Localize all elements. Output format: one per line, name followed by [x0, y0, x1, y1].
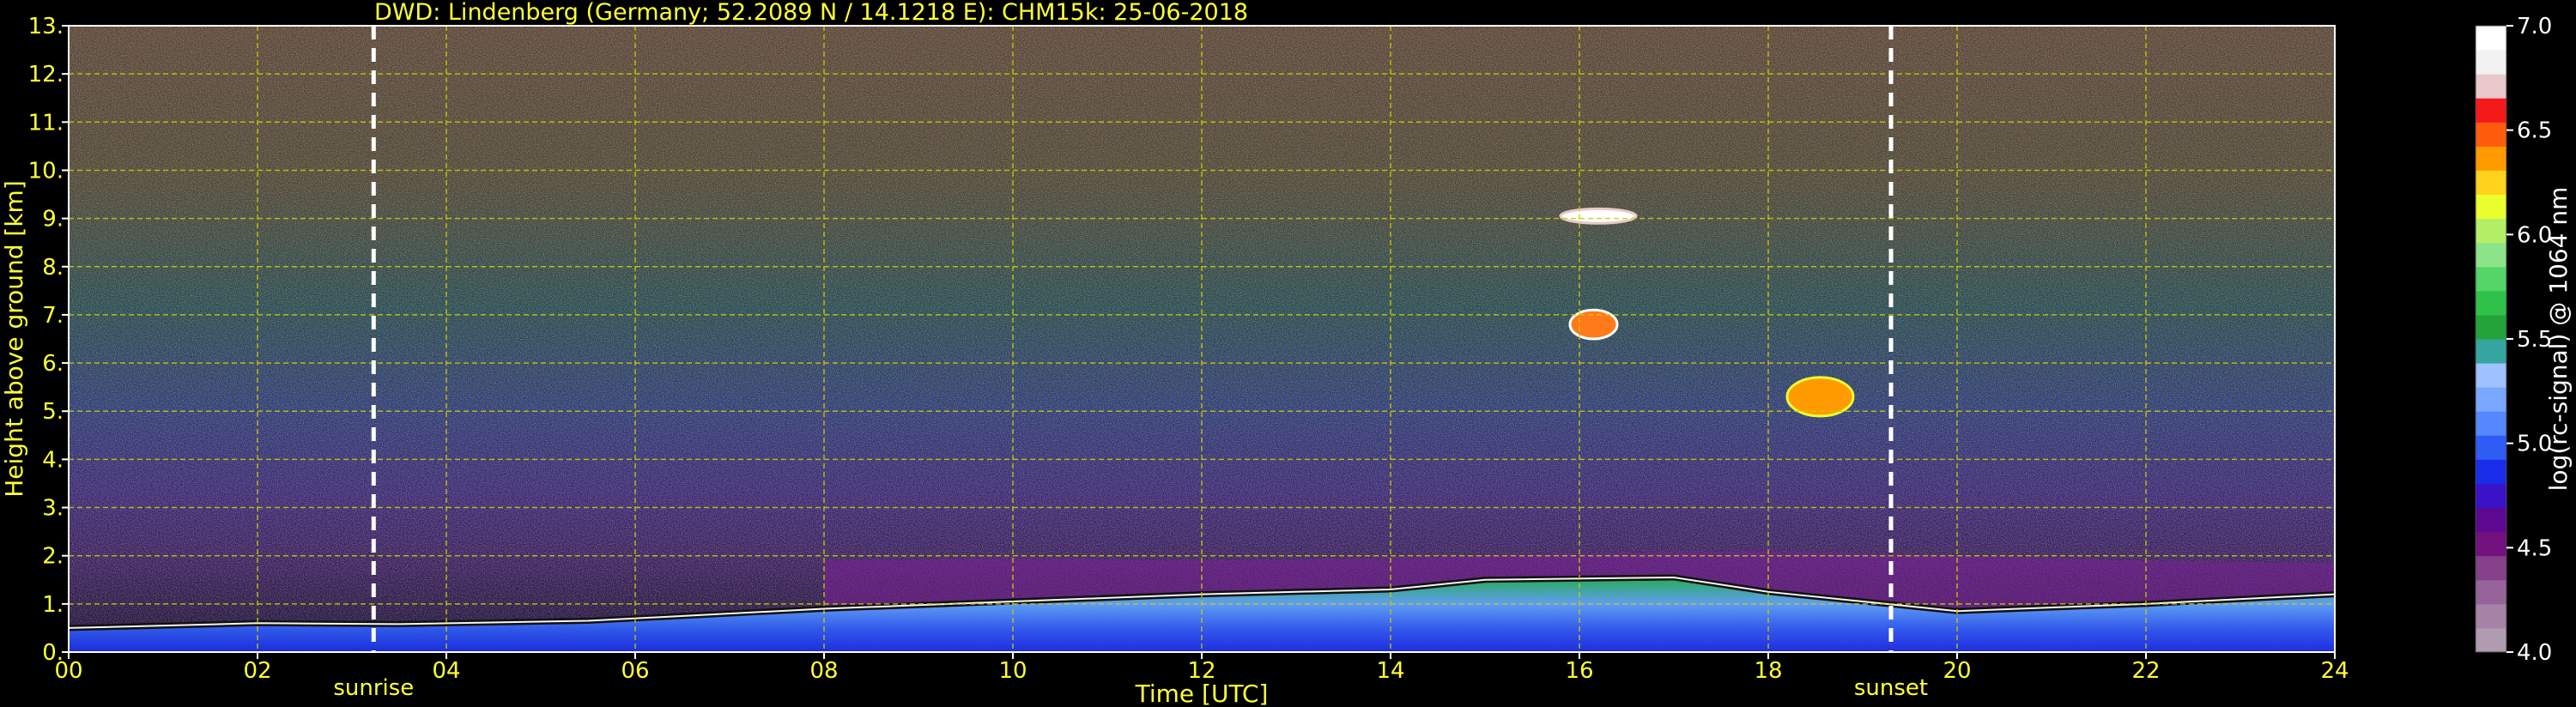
colorbar-tick-label: 4.0	[2517, 640, 2552, 666]
x-tick-label: 24	[2320, 658, 2349, 684]
x-tick-label: 04	[432, 658, 460, 684]
colorbar-segment	[2476, 483, 2506, 509]
colorbar-tick-label: 7.0	[2517, 14, 2552, 39]
y-tick-label: 2.	[42, 544, 64, 570]
x-axis-label: Time [UTC]	[1135, 680, 1269, 707]
y-tick-label: 0.	[42, 640, 64, 666]
colorbar-segment	[2476, 26, 2506, 51]
convective-cloud	[1785, 376, 1855, 418]
colorbar-segment	[2476, 507, 2506, 533]
y-tick-label: 8.	[42, 255, 64, 281]
colorbar-segment	[2476, 290, 2506, 316]
y-tick-label: 10.	[28, 158, 64, 184]
x-tick-label: 06	[621, 658, 649, 684]
colorbar-segment	[2476, 411, 2506, 436]
y-tick-label: 3.	[42, 496, 64, 522]
colorbar-segment	[2476, 531, 2506, 557]
y-tick-label: 9.	[42, 207, 64, 233]
sunset-label: sunset	[1854, 675, 1928, 701]
x-tick-label: 16	[1565, 658, 1593, 684]
colorbar-tick-label: 4.5	[2517, 535, 2552, 561]
sunrise-label: sunrise	[333, 675, 414, 701]
cirrus-cloud	[1559, 207, 1638, 225]
y-tick-label: 13.	[28, 14, 64, 39]
colorbar-segment	[2476, 122, 2506, 147]
y-tick-label: 11.	[28, 110, 64, 136]
x-tick-label: 18	[1754, 658, 1782, 684]
colorbar-segment	[2476, 387, 2506, 412]
lidar-chart: 00 02 04 06 08 10 12 14 16 18 20 22 240.1.2.3.4.5.6.…	[0, 14, 2573, 707]
colorbar-segment	[2476, 218, 2506, 244]
y-tick-label: 12.	[28, 62, 64, 88]
colorbar-segment	[2476, 170, 2506, 196]
y-tick-label: 1.	[42, 592, 64, 618]
colorbar-segment	[2476, 555, 2506, 581]
y-tick-label: 6.	[42, 351, 64, 377]
colorbar-tick-label: 6.5	[2517, 118, 2552, 144]
x-tick-label: 08	[809, 658, 838, 684]
colorbar-segment	[2476, 459, 2506, 484]
colorbar-segment	[2476, 603, 2506, 629]
colorbar-segment	[2476, 98, 2506, 123]
colorbar-segment	[2476, 339, 2506, 364]
colorbar-segment	[2476, 579, 2506, 605]
colorbar-segment	[2476, 146, 2506, 171]
colorbar-segment	[2476, 242, 2506, 268]
y-tick-label: 4.	[42, 447, 64, 473]
x-tick-label: 14	[1376, 658, 1404, 684]
x-tick-label: 22	[2131, 658, 2160, 684]
colorbar-segment	[2476, 194, 2506, 220]
colorbar-segment	[2476, 435, 2506, 460]
colorbar-segment	[2476, 363, 2506, 388]
colorbar-segment	[2476, 50, 2506, 75]
y-tick-label: 7.	[42, 303, 64, 329]
x-tick-label: 02	[243, 658, 271, 684]
x-tick-label: 20	[1943, 658, 1971, 684]
colorbar-segment	[2476, 74, 2506, 99]
colorbar-segment	[2476, 627, 2506, 653]
y-axis-label: Height above ground [km]	[0, 180, 28, 498]
colorbar-segment	[2476, 266, 2506, 292]
y-tick-label: 5.	[42, 399, 64, 425]
x-tick-label: 10	[998, 658, 1027, 684]
colorbar-label: log(rc-signal) @ 1064 nm	[2544, 187, 2573, 492]
colorbar-segment	[2476, 314, 2506, 340]
